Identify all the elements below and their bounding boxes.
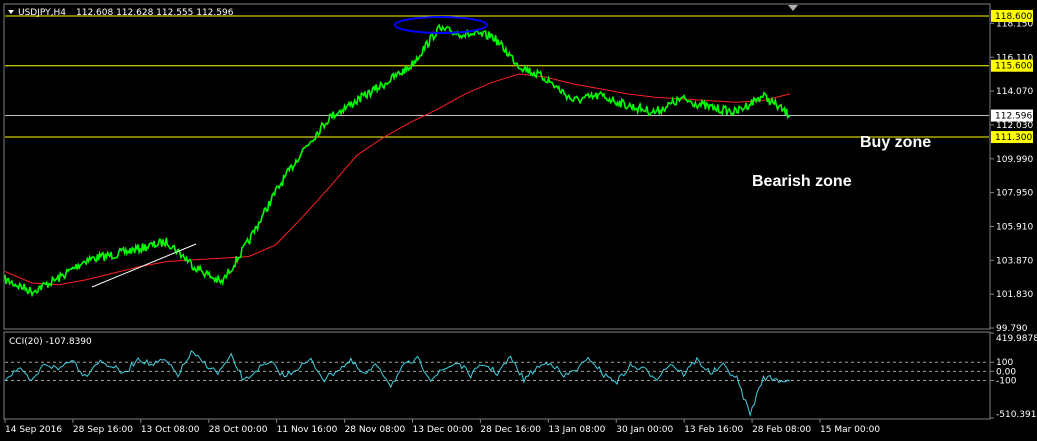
chart-canvas: USDJPY,H4 112.608 112.628 112.555 112.59… [3,3,1037,435]
x-tick-label: 11 Nov 16:00 [277,425,338,435]
cci-series [4,350,989,418]
time-x-axis: 14 Sep 2016 28 Sep 16:00 13 Oct 08:00 28 Oc… [4,419,880,435]
y-tick-label: 109.990 [996,155,1033,165]
cci-line [4,350,791,418]
cci-tick-label: -100 [996,377,1017,387]
x-tick-label: 28 Sep 16:00 [73,425,133,435]
x-tick-label: 13 Oct 08:00 [141,425,200,435]
x-tick-label: 14 Sep 2016 [5,425,62,435]
y-tick-label: 114.070 [996,87,1033,97]
chart-shift-marker-icon [788,5,798,11]
x-tick-label: 28 Feb 08:00 [752,425,811,435]
level-tag-label: 118.600 [995,12,1032,22]
x-tick-label: 28 Dec 16:00 [480,425,541,435]
buy-zone-label: Buy zone [860,134,931,151]
y-tick-label: 101.830 [996,290,1033,300]
ohlc-label: 112.608 112.628 112.555 112.596 [76,8,234,18]
current-price-tag-label: 112.596 [995,112,1032,122]
cci-tick-label: -510.3919 [996,410,1037,420]
level-tag-label: 111.300 [995,133,1032,143]
x-tick-label: 28 Oct 00:00 [209,425,268,435]
y-tick-label: 107.950 [996,189,1033,199]
price-panel-border [3,3,991,330]
cci-y-axis: 419.98781000.00-100-510.3919 [990,332,1037,420]
x-tick-label: 15 Mar 00:00 [820,425,880,435]
moving-average-line [4,73,791,286]
triangle-down-icon[interactable] [8,10,14,14]
level-tag-label: 115.600 [995,62,1032,72]
y-tick-label: 112.030 [996,121,1033,131]
x-tick-label: 30 Jan 00:00 [616,425,673,435]
y-tick-label: 105.910 [996,222,1033,232]
cci-label: CCI(20) -107.8390 [9,337,92,347]
x-tick-label: 28 Nov 08:00 [345,425,406,435]
horizontal-levels[interactable]: 118.600 115.600 111.300 112.596 [5,9,1033,144]
moving-average-series [4,73,791,286]
y-tick-label: 103.870 [996,256,1033,266]
x-tick-label: 13 Feb 16:00 [684,425,743,435]
y-tick-label: 99.790 [996,324,1028,334]
cci-tick-label: 419.9878 [996,334,1037,344]
x-tick-label: 13 Dec 00:00 [413,425,474,435]
x-tick-label: 13 Jan 08:00 [548,425,605,435]
symbol-label: USDJPY,H4 [18,8,66,18]
bearish-zone-label: Bearish zone [752,173,852,190]
